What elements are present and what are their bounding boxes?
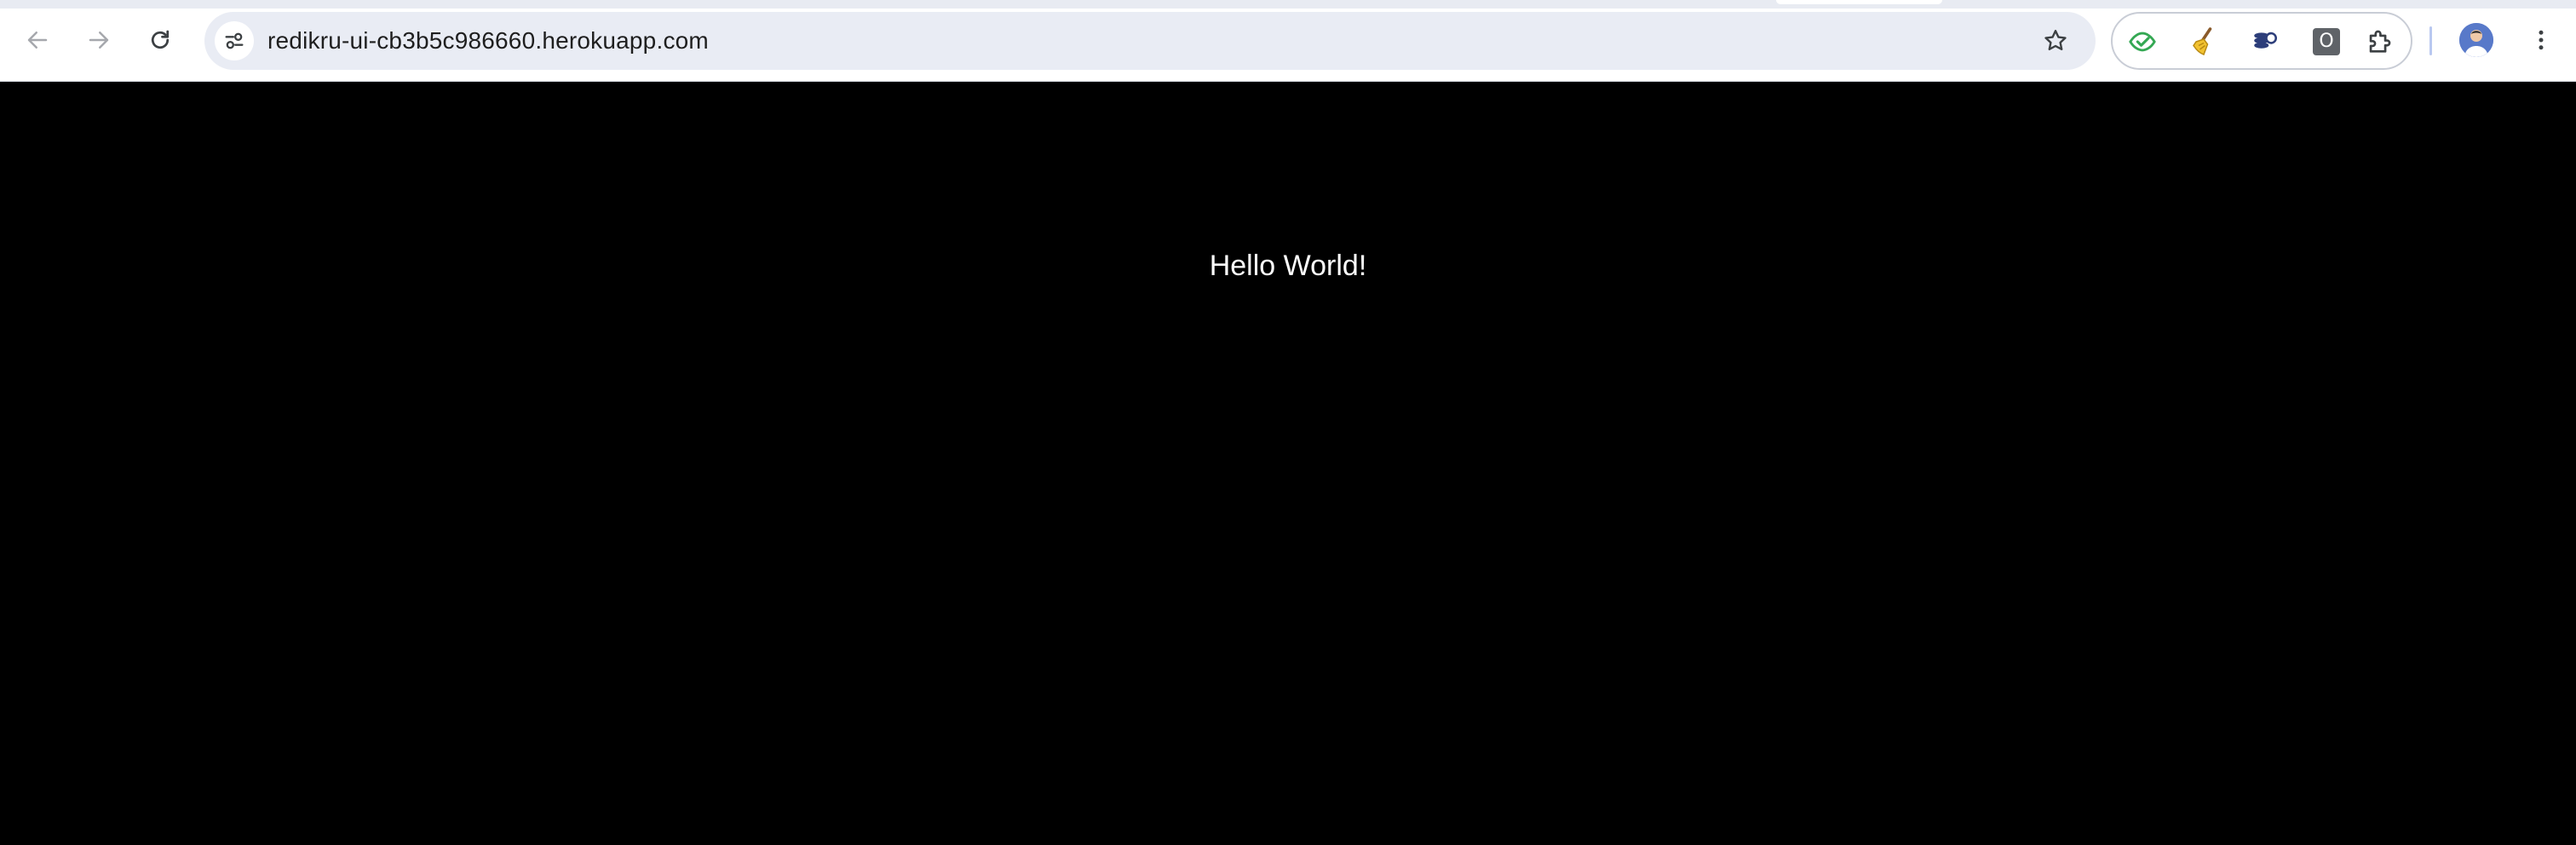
reload-button[interactable]	[139, 19, 181, 61]
broom-extension-icon	[2193, 27, 2212, 55]
back-button[interactable]	[16, 19, 59, 61]
eye-check-extension-icon	[2129, 32, 2156, 52]
browser-menu-button[interactable]	[2520, 19, 2562, 61]
address-bar[interactable]: redikru-ui-cb3b5c986660.herokuapp.com	[204, 12, 2096, 70]
coins-extension-icon	[2254, 32, 2278, 49]
page-viewport: Hello World!	[0, 82, 2576, 845]
extensions-menu-button[interactable]	[2360, 22, 2399, 61]
kebab-menu-icon	[2539, 30, 2544, 50]
o-box-extension-icon: O	[2313, 28, 2340, 55]
coins-extension-button[interactable]	[2245, 22, 2285, 61]
eye-extension-button[interactable]	[2123, 22, 2162, 61]
broom-extension-button[interactable]	[2184, 22, 2223, 61]
toolbar-separator	[2429, 26, 2432, 55]
site-info-button[interactable]	[215, 21, 254, 60]
star-icon	[2044, 30, 2067, 51]
extensions-group: O	[2111, 12, 2412, 70]
arrow-left-icon	[27, 32, 48, 49]
puzzle-extensions-icon	[2369, 30, 2391, 53]
url-text[interactable]: redikru-ui-cb3b5c986660.herokuapp.com	[267, 12, 709, 70]
extension-badge-text: O	[2319, 31, 2334, 52]
avatar[interactable]	[2459, 23, 2493, 57]
bookmark-button[interactable]	[2034, 20, 2077, 62]
hello-message: Hello World!	[1209, 250, 1367, 282]
arrow-right-icon	[89, 32, 109, 49]
o-box-extension-button[interactable]: O	[2307, 22, 2346, 61]
window-top-strip	[0, 0, 2576, 9]
tune-icon	[225, 32, 244, 49]
forward-button[interactable]	[78, 19, 120, 61]
profile-icon	[2459, 23, 2493, 57]
reload-icon	[151, 30, 170, 49]
active-tab-edge[interactable]	[1776, 0, 1942, 4]
